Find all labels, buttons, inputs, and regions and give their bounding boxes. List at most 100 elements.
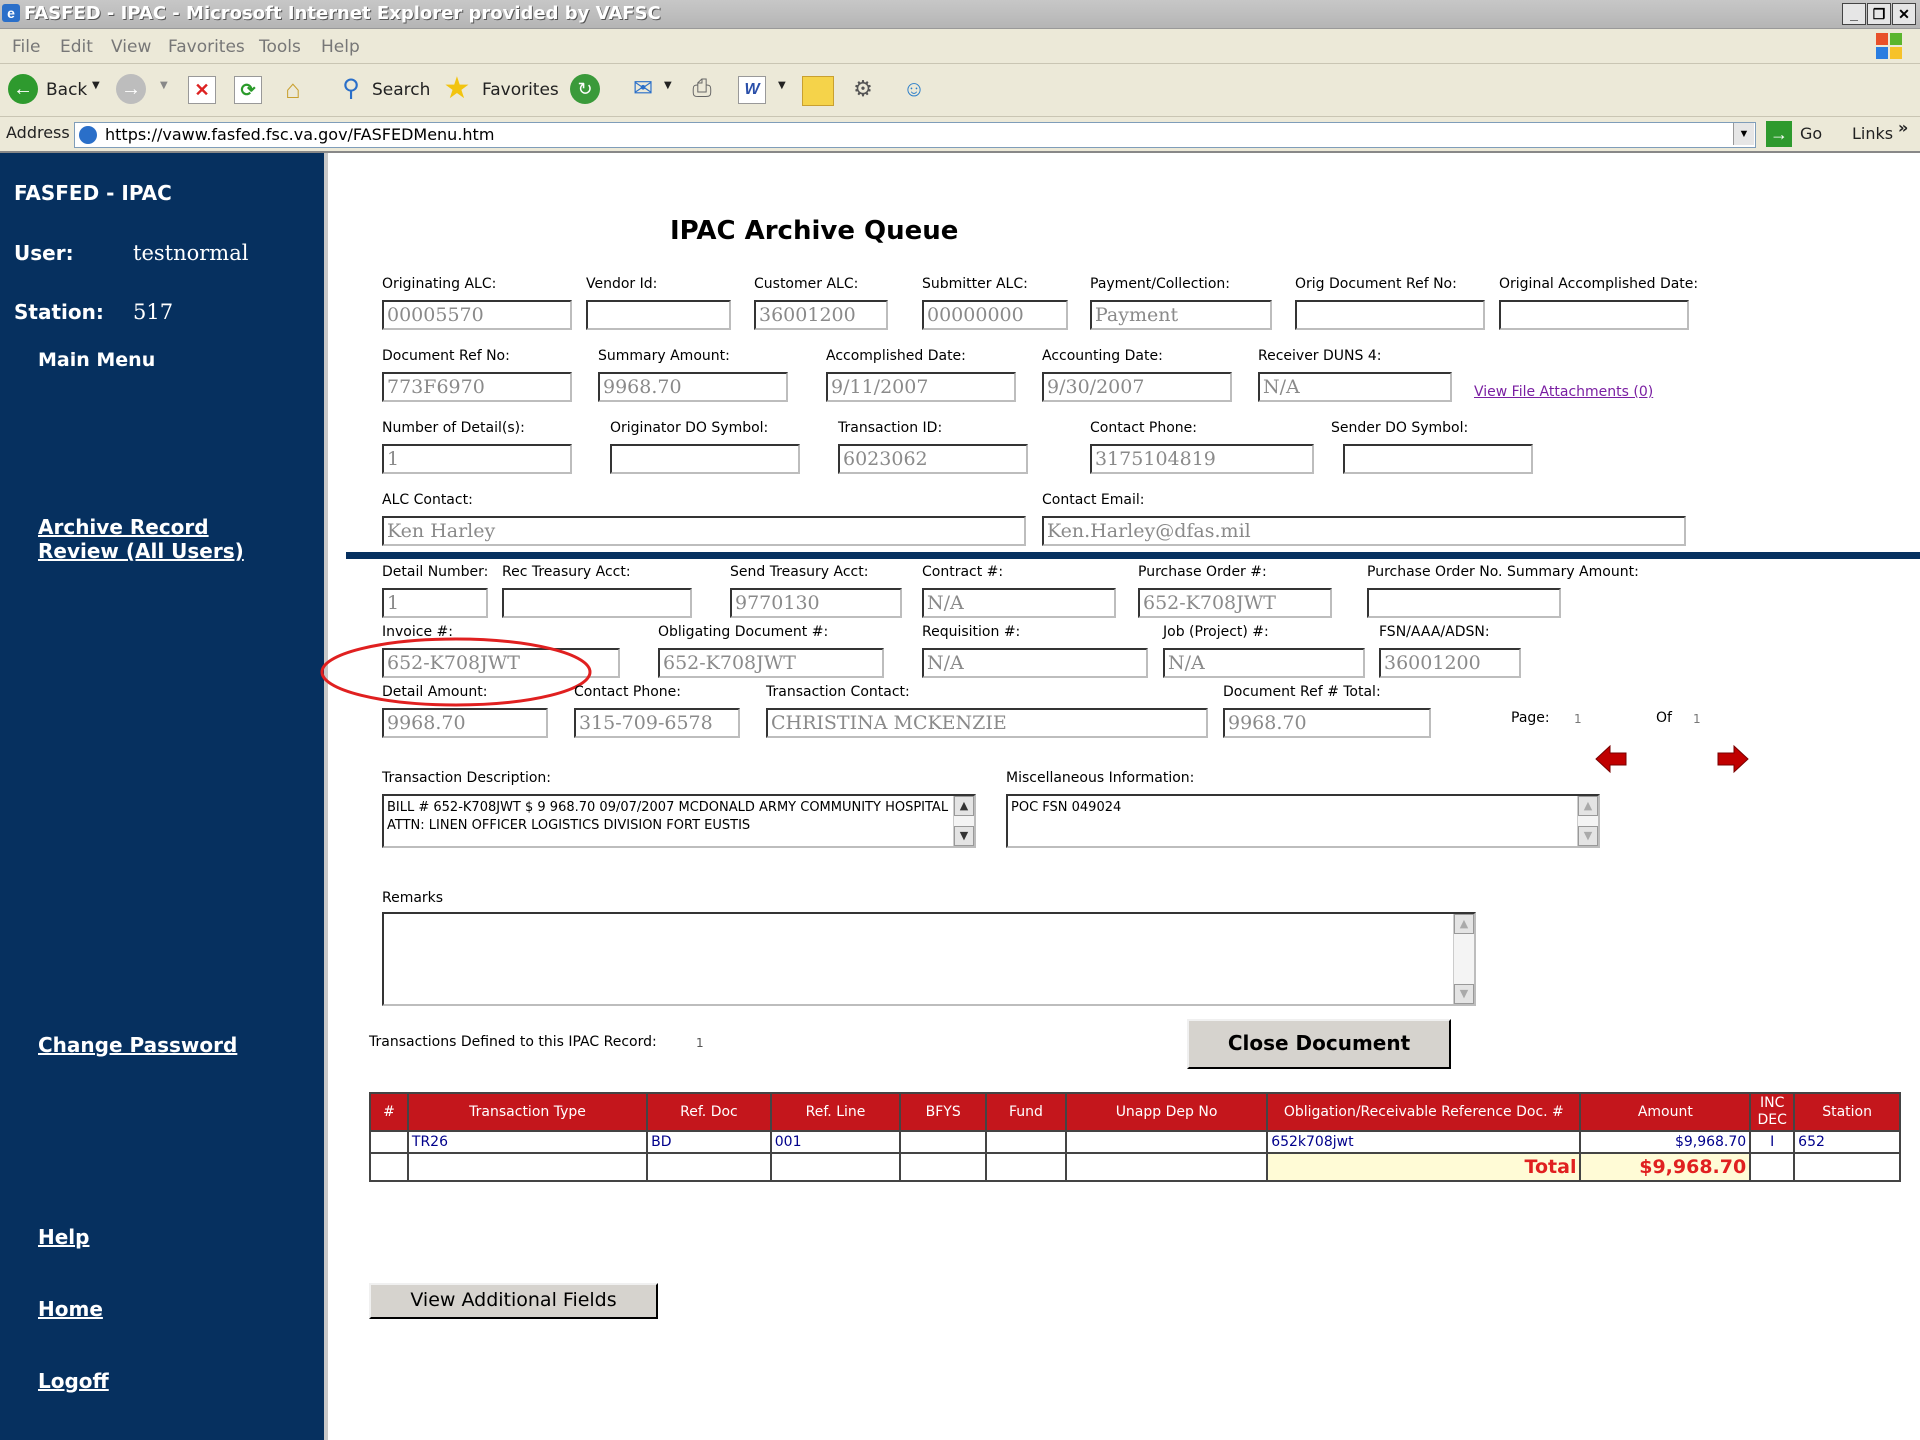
payment-collection-field[interactable]: Payment [1090, 300, 1272, 330]
num-details-field[interactable]: 1 [382, 444, 572, 474]
submitter-alc-field[interactable]: 00000000 [922, 300, 1068, 330]
mail-dropdown-icon[interactable]: ▼ [664, 80, 672, 91]
favorites-button[interactable]: Favorites [482, 80, 559, 100]
po-summary-amount-field[interactable] [1367, 588, 1561, 618]
transaction-id-field[interactable]: 6023062 [838, 444, 1028, 474]
back-dropdown-icon[interactable]: ▼ [92, 80, 100, 91]
search-button[interactable]: Search [372, 80, 430, 100]
table-row[interactable]: TR26 BD 001 652k708jwt $9,968.70 I 652 [369, 1130, 1901, 1154]
messenger-icon[interactable]: ☺ [898, 74, 930, 104]
contact-phone-field[interactable]: 3175104819 [1090, 444, 1314, 474]
receiver-duns-field[interactable]: N/A [1258, 372, 1452, 402]
job-project-field[interactable]: N/A [1163, 648, 1365, 678]
print-icon[interactable]: ⎙ [686, 74, 718, 104]
contact-email-field[interactable]: Ken.Harley@dfas.mil [1042, 516, 1686, 546]
misc-info-textarea[interactable]: POC FSN 049024 ▲ ▼ [1006, 794, 1600, 848]
stop-icon[interactable]: ✕ [188, 76, 216, 104]
transaction-description-textarea[interactable]: BILL # 652-K708JWT $ 9 968.70 09/07/2007… [382, 794, 976, 848]
chevron-right-icon[interactable]: » [1898, 118, 1908, 137]
view-attachments-link[interactable]: View File Attachments (0) [1474, 384, 1653, 400]
menu-file[interactable]: File [12, 37, 40, 57]
menu-edit[interactable]: Edit [60, 37, 93, 57]
misc-scrollbar[interactable]: ▲ ▼ [1577, 796, 1598, 846]
scroll-up-icon[interactable]: ▲ [1578, 796, 1598, 816]
purchase-order-field[interactable]: 652-K708JWT [1138, 588, 1332, 618]
doc-ref-no-field[interactable]: 773F6970 [382, 372, 572, 402]
remarks-scrollbar[interactable]: ▲ ▼ [1453, 914, 1474, 1004]
edit-dropdown-icon[interactable]: ▼ [778, 80, 786, 91]
detail-amount-field[interactable]: 9968.70 [382, 708, 548, 738]
requisition-field[interactable]: N/A [922, 648, 1148, 678]
originator-do-label: Originator DO Symbol: [610, 420, 769, 436]
view-additional-fields-button[interactable]: View Additional Fields [369, 1283, 658, 1319]
archive-record-link[interactable]: Archive Record [38, 515, 209, 539]
menu-tools[interactable]: Tools [259, 37, 301, 57]
previous-page-arrow-icon[interactable] [1594, 744, 1628, 774]
search-icon[interactable]: ⚲ [336, 74, 366, 104]
close-document-button[interactable]: Close Document [1187, 1019, 1451, 1069]
discuss-icon[interactable] [802, 76, 834, 106]
home-icon[interactable]: ⌂ [278, 74, 308, 104]
detail-number-field[interactable]: 1 [382, 588, 488, 618]
accomplished-date-field[interactable]: 9/11/2007 [826, 372, 1016, 402]
history-icon[interactable]: ↻ [570, 74, 600, 104]
misc-info-text: POC FSN 049024 [1011, 800, 1122, 815]
summary-amount-field[interactable]: 9968.70 [598, 372, 788, 402]
remarks-textarea[interactable]: ▲ ▼ [382, 912, 1476, 1006]
go-arrow-icon[interactable]: → [1766, 121, 1792, 147]
close-window-button[interactable]: ✕ [1892, 3, 1916, 25]
forward-arrow-icon[interactable]: → [116, 74, 146, 104]
home-link[interactable]: Home [38, 1297, 103, 1321]
detail-contact-phone-field[interactable]: 315-709-6578 [574, 708, 740, 738]
change-password-link[interactable]: Change Password [38, 1033, 237, 1057]
mail-icon[interactable]: ✉ [626, 76, 660, 102]
cell-fund [985, 1130, 1067, 1154]
back-button[interactable]: Back [46, 80, 87, 100]
refresh-icon[interactable]: ⟳ [234, 76, 262, 104]
scroll-down-icon[interactable]: ▼ [1454, 984, 1474, 1004]
orig-alc-field[interactable]: 00005570 [382, 300, 572, 330]
sender-do-field[interactable] [1343, 444, 1533, 474]
customer-alc-field[interactable]: 36001200 [754, 300, 888, 330]
back-arrow-icon[interactable]: ← [8, 74, 38, 104]
send-treasury-field[interactable]: 9770130 [730, 588, 902, 618]
research-icon[interactable]: ⚙ [848, 74, 878, 104]
obligating-doc-field[interactable]: 652-K708JWT [658, 648, 884, 678]
empty-cell [985, 1152, 1067, 1182]
scroll-down-icon[interactable]: ▼ [954, 826, 974, 846]
orig-doc-ref-field[interactable] [1295, 300, 1485, 330]
fsn-field[interactable]: 36001200 [1379, 648, 1521, 678]
menu-favorites[interactable]: Favorites [168, 37, 245, 57]
doc-ref-total-field[interactable]: 9968.70 [1223, 708, 1431, 738]
address-input[interactable]: https://vaww.fasfed.fsc.va.gov/FASFEDMen… [74, 122, 1756, 148]
rec-treasury-field[interactable] [502, 588, 692, 618]
accounting-date-field[interactable]: 9/30/2007 [1042, 372, 1232, 402]
menu-help[interactable]: Help [321, 37, 360, 57]
next-page-arrow-icon[interactable] [1716, 744, 1750, 774]
menu-view[interactable]: View [111, 37, 151, 57]
forward-dropdown-icon[interactable]: ▼ [160, 80, 168, 91]
vendor-id-field[interactable] [586, 300, 731, 330]
address-dropdown-icon[interactable]: ▼ [1733, 123, 1754, 145]
description-scrollbar[interactable]: ▲ ▼ [953, 796, 974, 846]
alc-contact-field[interactable]: Ken Harley [382, 516, 1026, 546]
scroll-up-icon[interactable]: ▲ [954, 796, 974, 816]
help-link[interactable]: Help [38, 1225, 89, 1249]
restore-button[interactable]: ❐ [1867, 3, 1891, 25]
scroll-up-icon[interactable]: ▲ [1454, 914, 1474, 934]
transaction-contact-field[interactable]: CHRISTINA MCKENZIE [766, 708, 1208, 738]
col-header-number: # [369, 1092, 409, 1132]
originator-do-field[interactable] [610, 444, 800, 474]
cell-bfys [899, 1130, 988, 1154]
minimize-button[interactable]: _ [1842, 3, 1866, 25]
word-edit-icon[interactable]: W [738, 76, 766, 104]
links-button[interactable]: Links [1852, 124, 1893, 143]
accounting-date-label: Accounting Date: [1042, 348, 1163, 364]
contract-field[interactable]: N/A [922, 588, 1116, 618]
logoff-link[interactable]: Logoff [38, 1369, 109, 1393]
go-button[interactable]: Go [1800, 124, 1822, 143]
archive-record-review-link[interactable]: Review (All Users) [38, 539, 244, 563]
scroll-down-icon[interactable]: ▼ [1578, 826, 1598, 846]
favorites-star-icon[interactable]: ★ [440, 72, 474, 106]
orig-accomplished-date-field[interactable] [1499, 300, 1689, 330]
